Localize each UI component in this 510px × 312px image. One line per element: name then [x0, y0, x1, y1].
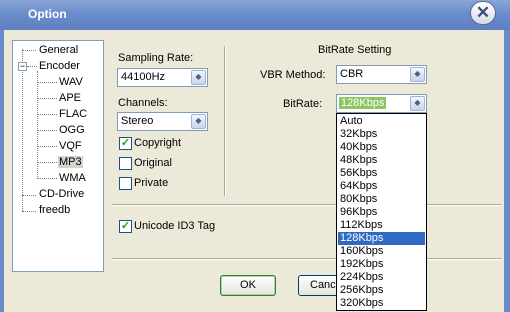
original-checkbox[interactable] [119, 157, 132, 170]
dropdown-option[interactable]: 224Kbps [338, 271, 425, 284]
tree-item-freedb[interactable]: freedb [39, 204, 70, 216]
sampling-rate-value: 44100Hz [121, 71, 166, 83]
dropdown-option[interactable]: 256Kbps [338, 284, 425, 297]
sampling-rate-label: Sampling Rate: [118, 52, 194, 64]
tree-line [22, 195, 36, 196]
tree-line [27, 66, 37, 67]
tree-item-wav[interactable]: WAV [59, 76, 83, 88]
copyright-checkbox[interactable]: ✓ [119, 137, 132, 150]
tree-line [22, 50, 36, 51]
section-separator [112, 204, 502, 206]
tree-item-vqf[interactable]: VQF [59, 140, 82, 152]
unicode-id3-checkbox[interactable]: ✓ [119, 220, 132, 233]
dropdown-option[interactable]: 56Kbps [338, 167, 425, 180]
bitrate-dropdown-list[interactable]: Auto 32Kbps 40Kbps 48Kbps 56Kbps 64Kbps 80Kbps… [336, 113, 427, 311]
settings-tree[interactable]: − General Encoder WAV APE FLAC OGG VQF M… [12, 40, 104, 272]
checkmark-icon: ✓ [120, 137, 131, 149]
sampling-rate-select[interactable]: 44100Hz ◆ [117, 68, 208, 87]
dropdown-option[interactable]: 80Kbps [338, 193, 425, 206]
chevron-down-icon[interactable]: ◆ [410, 67, 425, 82]
checkmark-icon: ✓ [120, 220, 131, 232]
dropdown-option[interactable]: 32Kbps [338, 128, 425, 141]
bitrate-value: 128Kbps [339, 97, 387, 109]
window-title: Option [28, 7, 67, 21]
tree-line [37, 114, 57, 115]
dropdown-option[interactable]: 64Kbps [338, 180, 425, 193]
tree-line [37, 98, 57, 99]
button-area-separator [112, 258, 502, 260]
tree-item-encoder[interactable]: Encoder [39, 60, 80, 72]
dropdown-option[interactable]: 160Kbps [338, 245, 425, 258]
tree-item-wma[interactable]: WMA [59, 172, 86, 184]
chevron-down-icon[interactable]: ◆ [410, 96, 425, 111]
vbr-method-value: CBR [340, 68, 364, 80]
tree-item-ape[interactable]: APE [59, 92, 81, 104]
tree-item-cd-drive[interactable]: CD-Drive [39, 188, 84, 200]
channels-value: Stereo [121, 115, 154, 127]
dropdown-option[interactable]: 128Kbps [338, 232, 425, 245]
window-frame-right [504, 30, 510, 312]
tree-line [37, 130, 57, 131]
bitrate-setting-heading: BitRate Setting [318, 44, 392, 56]
chevron-down-icon[interactable]: ◆ [191, 114, 206, 129]
channels-select[interactable]: Stereo ◆ [117, 112, 208, 131]
unicode-id3-label: Unicode ID3 Tag [134, 220, 216, 232]
chevron-down-icon[interactable]: ◆ [191, 70, 206, 85]
dropdown-option[interactable]: 40Kbps [338, 141, 425, 154]
tree-line [37, 146, 57, 147]
title-bar[interactable] [0, 0, 510, 30]
dropdown-option[interactable]: 48Kbps [338, 154, 425, 167]
dropdown-option[interactable]: 112Kbps [338, 219, 425, 232]
dropdown-option[interactable]: 192Kbps [338, 258, 425, 271]
tree-line [37, 162, 57, 163]
tree-line [37, 82, 57, 83]
copyright-label: Copyright [134, 137, 182, 149]
tree-item-flac[interactable]: FLAC [59, 108, 87, 120]
dropdown-option[interactable]: 96Kbps [338, 206, 425, 219]
private-checkbox[interactable] [119, 177, 132, 190]
vbr-method-select[interactable]: CBR ◆ [336, 65, 427, 84]
dropdown-option[interactable]: Auto [338, 115, 425, 128]
tree-line [22, 49, 23, 211]
ok-button[interactable]: OK [220, 275, 276, 296]
tree-line [22, 211, 36, 212]
original-label: Original [134, 157, 172, 169]
private-label: Private [134, 177, 169, 189]
collapse-icon[interactable]: − [18, 62, 27, 71]
column-separator [224, 46, 226, 196]
tree-item-ogg[interactable]: OGG [59, 124, 85, 136]
close-button[interactable]: ✕ [470, 1, 496, 25]
tree-item-general[interactable]: General [39, 44, 78, 56]
vbr-method-label: VBR Method: [260, 69, 326, 81]
close-icon: ✕ [475, 3, 491, 22]
bitrate-label: BitRate: [283, 98, 323, 110]
tree-line [37, 178, 57, 179]
bitrate-select[interactable]: 128Kbps ◆ [336, 94, 427, 113]
tree-item-mp3[interactable]: MP3 [58, 156, 83, 168]
dropdown-option[interactable]: 320Kbps [338, 297, 425, 310]
channels-label: Channels: [118, 97, 168, 109]
